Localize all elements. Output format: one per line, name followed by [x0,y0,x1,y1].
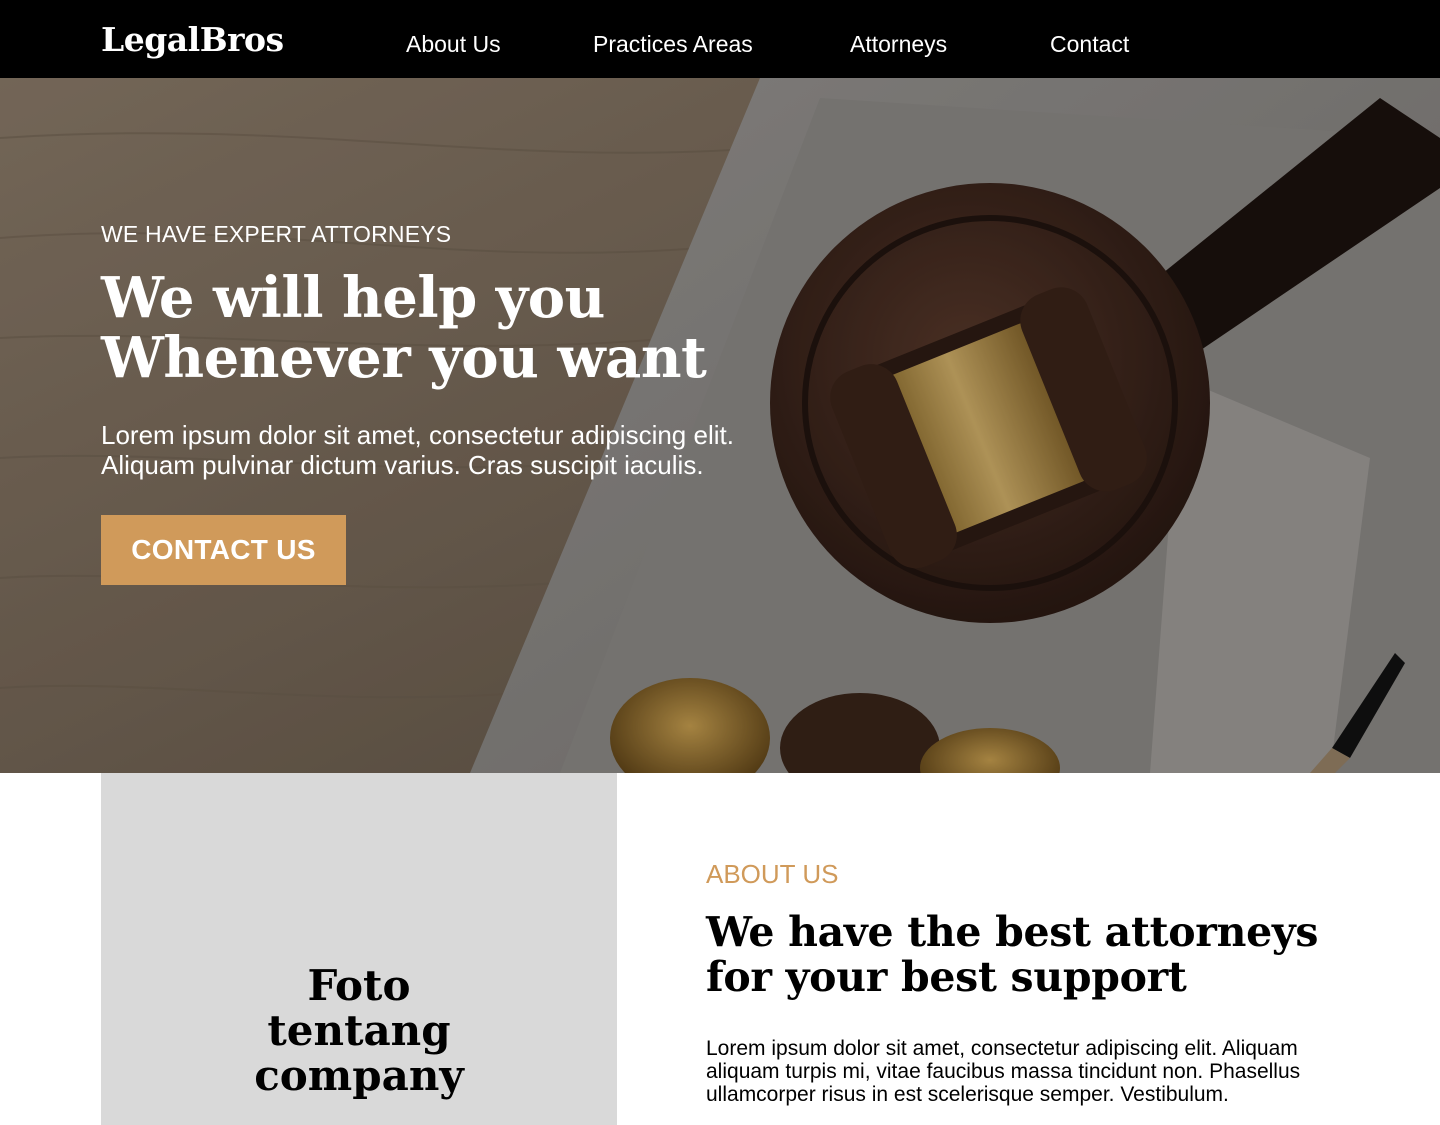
nav-link-about-us[interactable]: About Us [406,30,501,58]
site-logo[interactable]: LegalBros [101,20,284,59]
about-description-line-3: ullamcorper risus in est scelerisque sem… [706,1083,1229,1106]
photo-placeholder-label: Foto tentang company [101,963,617,1098]
nav-link-practice-areas[interactable]: Practices Areas [593,30,753,58]
hero-headline: We will help you Whenever you want [101,265,707,391]
hero-description-line-2: Aliquam pulvinar dictum varius. Cras sus… [101,450,704,480]
hero-eyebrow: WE HAVE EXPERT ATTORNEYS [101,221,452,247]
hero-headline-line-1: We will help you [101,265,605,331]
hero-description-line-1: Lorem ipsum dolor sit amet, consectetur … [101,420,734,450]
about-title-line-2: for your best support [706,953,1187,1001]
nav-link-contact[interactable]: Contact [1050,30,1129,58]
about-eyebrow: ABOUT US [706,859,839,889]
photo-label-line-1: Foto [307,961,411,1010]
company-photo-placeholder: Foto tentang company [101,773,617,1125]
about-description-line-1: Lorem ipsum dolor sit amet, consectetur … [706,1037,1298,1060]
about-description: Lorem ipsum dolor sit amet, consectetur … [706,1037,1366,1106]
photo-label-line-3: company [254,1051,464,1100]
about-description-line-2: aliquam turpis mi, vitae faucibus massa … [706,1060,1301,1083]
photo-label-line-2: tentang [267,1006,451,1055]
hero-section: WE HAVE EXPERT ATTORNEYS We will help yo… [0,78,1440,773]
about-title: We have the best attorneys for your best… [706,910,1318,1000]
top-navbar: LegalBros About Us Practices Areas Attor… [0,0,1440,78]
nav-link-attorneys[interactable]: Attorneys [850,30,947,58]
hero-headline-line-2: Whenever you want [101,325,707,391]
about-title-line-1: We have the best attorneys [706,908,1319,956]
hero-description: Lorem ipsum dolor sit amet, consectetur … [101,420,734,480]
contact-us-button[interactable]: CONTACT US [101,515,346,585]
